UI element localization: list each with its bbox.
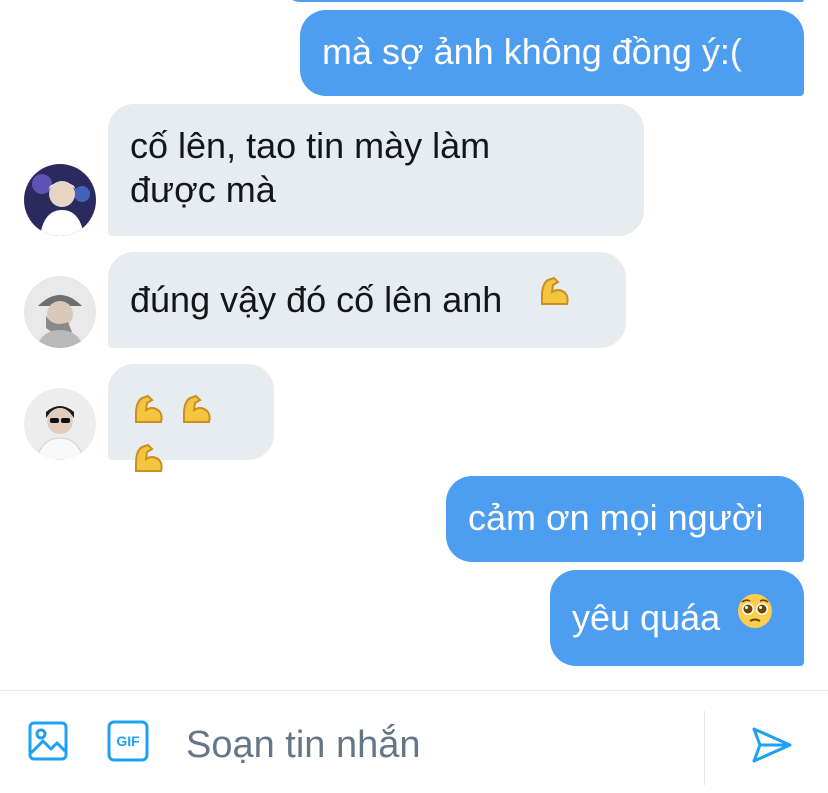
message-bubble-incoming[interactable] [108, 364, 274, 472]
message-bubble-incoming[interactable]: cố lên, tao tin mày làm được mà [108, 104, 644, 236]
flexed-biceps-icon [128, 441, 166, 489]
message-bubble-incoming[interactable]: đúng vậy đó cố lên anh [108, 252, 626, 348]
avatar[interactable] [24, 164, 96, 236]
message-bubble-outgoing[interactable]: cảm ơn mọi người [446, 476, 804, 562]
avatar-person-stage-lights-icon [24, 164, 96, 236]
divider [704, 711, 705, 785]
message-text: đúng vậy đó cố lên anh [130, 279, 503, 320]
pleading-face-icon [736, 592, 774, 640]
avatar-person-hat-selfie-icon [24, 276, 96, 348]
avatar[interactable] [24, 276, 96, 348]
gif-label: GIF [116, 733, 140, 749]
message-thread: mà sợ ảnh không đồng ý:( cố lên, tao tin… [0, 0, 828, 690]
avatar-person-sunglasses-icon [24, 388, 96, 460]
message-input[interactable]: Soạn tin nhắn [186, 723, 421, 767]
message-text-line: được mà [130, 169, 276, 210]
image-icon[interactable] [26, 719, 70, 763]
message-bubble-outgoing[interactable]: yêu quáa [550, 570, 804, 666]
message-text: yêu quáa [572, 597, 721, 638]
message-composer: GIF Soạn tin nhắn [0, 690, 828, 793]
flexed-biceps-icon [176, 392, 214, 440]
send-icon[interactable] [750, 725, 794, 769]
message-bubble-partial [284, 0, 804, 2]
avatar[interactable] [24, 388, 96, 460]
message-text: mà sợ ảnh không đồng ý:( [322, 31, 742, 72]
gif-icon[interactable]: GIF [106, 719, 150, 763]
message-bubble-outgoing[interactable]: mà sợ ảnh không đồng ý:( [300, 10, 804, 96]
message-text: cảm ơn mọi người [468, 497, 764, 538]
flexed-biceps-icon [534, 274, 572, 322]
message-text-line: cố lên, tao tin mày làm [130, 125, 491, 166]
flexed-biceps-icon [128, 392, 166, 440]
